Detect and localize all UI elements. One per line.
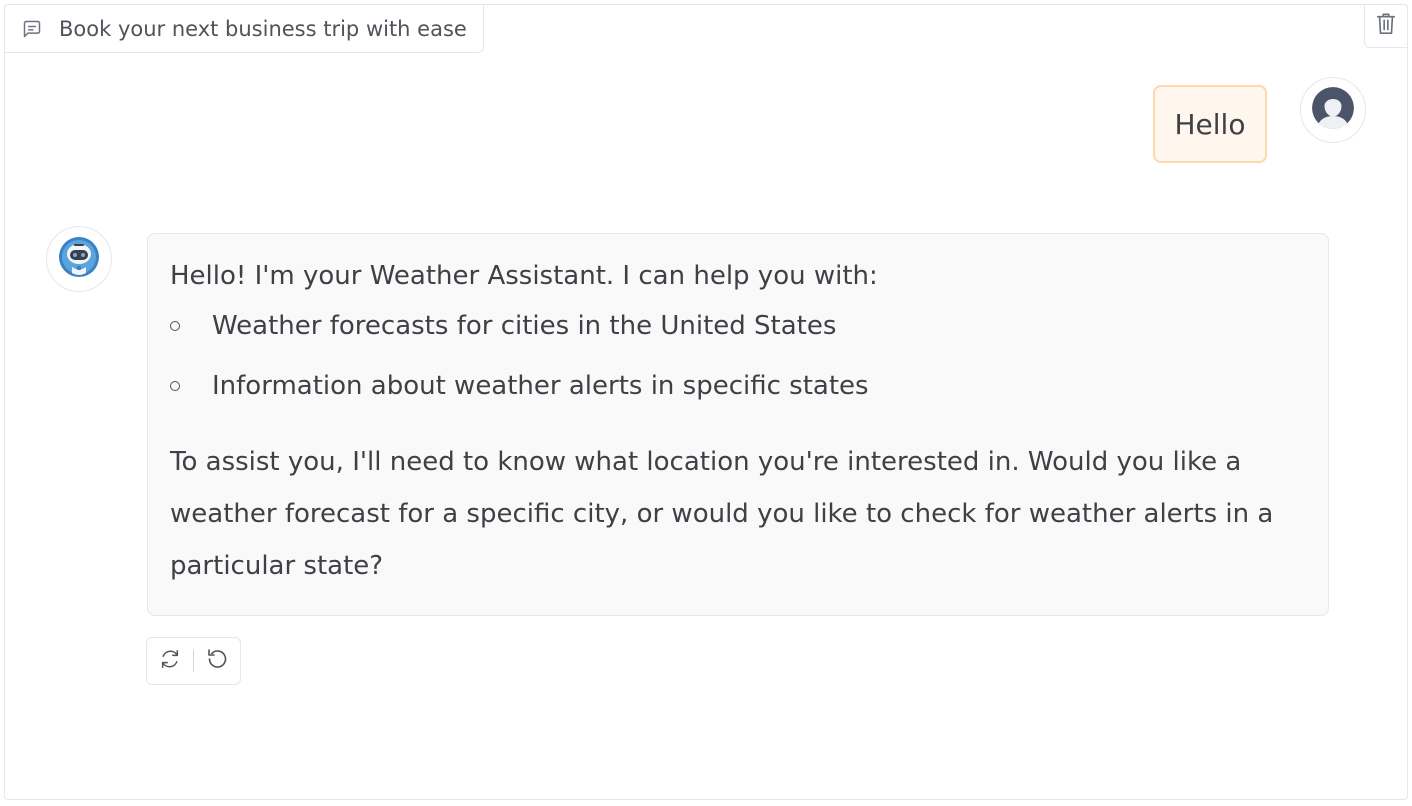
- bullet-icon: [170, 321, 180, 331]
- user-message-bubble: Hello: [1153, 85, 1267, 163]
- assistant-capabilities-list: Weather forecasts for cities in the Unit…: [170, 296, 1306, 416]
- undo-icon: [205, 647, 229, 675]
- refresh-icon: [159, 648, 181, 674]
- assistant-intro-text: Hello! I'm your Weather Assistant. I can…: [170, 261, 878, 291]
- chat-bubble-icon: [21, 18, 43, 40]
- undo-button[interactable]: [194, 638, 240, 684]
- user-message-text: Hello: [1174, 107, 1246, 141]
- list-item: Weather forecasts for cities in the Unit…: [170, 296, 1306, 356]
- list-item-text: Information about weather alerts in spec…: [212, 371, 869, 401]
- user-avatar-icon: [1311, 86, 1355, 134]
- clear-chat-button[interactable]: [1364, 4, 1408, 48]
- trash-icon: [1375, 12, 1397, 40]
- retry-button[interactable]: [147, 638, 193, 684]
- list-item: Information about weather alerts in spec…: [170, 356, 1306, 416]
- bullet-icon: [170, 381, 180, 391]
- assistant-message-bubble: Hello! I'm your Weather Assistant. I can…: [147, 233, 1329, 616]
- assistant-outro-text: To assist you, I'll need to know what lo…: [170, 447, 1274, 581]
- robot-avatar-icon: [57, 235, 101, 283]
- chatbot-label: Book your next business trip with ease: [4, 4, 484, 53]
- assistant-avatar: [46, 226, 112, 292]
- list-item-text: Weather forecasts for cities in the Unit…: [212, 311, 837, 341]
- message-action-bar: [146, 637, 241, 685]
- chatbot-label-text: Book your next business trip with ease: [59, 16, 467, 41]
- user-avatar: [1300, 77, 1366, 143]
